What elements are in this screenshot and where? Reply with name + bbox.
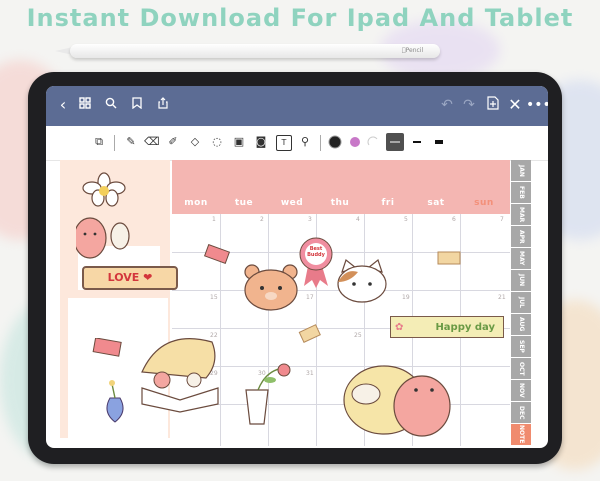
highlighter-icon[interactable]: ✐	[166, 135, 180, 149]
tab-dec[interactable]: DEC	[511, 402, 531, 424]
app-topbar: ‹ ↶ ↷ ✕ •••	[46, 86, 548, 126]
bear-reading-book-sticker[interactable]	[138, 332, 222, 414]
tab-sep[interactable]: SEP	[511, 336, 531, 358]
link-icon[interactable]: ⚲	[298, 135, 312, 149]
month-tab-strip: JAN FEB MAR APR MAY JUN JUL AUG SEP OCT …	[511, 160, 533, 446]
envelope-sticker[interactable]	[92, 338, 122, 358]
grid-icon[interactable]	[76, 96, 94, 114]
drawing-toolbar: ⧉ ✎ ⌫ ✐ ◇ ◌ ▣ ◙ T ⚲	[46, 126, 548, 161]
tab-jan[interactable]: JAN	[511, 160, 531, 182]
vase-sticker[interactable]	[100, 378, 130, 428]
bear-and-cat-pillow-sticker[interactable]	[342, 354, 460, 442]
weekday-label: thu	[330, 198, 350, 208]
tab-jul[interactable]: JUL	[511, 292, 531, 314]
tab-may[interactable]: MAY	[511, 248, 531, 270]
toolbar-divider	[114, 135, 115, 151]
happy-day-sticker[interactable]: ✿ Happy day	[390, 316, 504, 338]
headline: Instant Download For Ipad And Tablet	[26, 4, 574, 32]
color-purple-swatch[interactable]	[348, 135, 362, 149]
stroke-medium-swatch[interactable]	[410, 135, 424, 149]
stroke-bold-swatch[interactable]	[432, 135, 446, 149]
undo-icon[interactable]: ↶	[438, 96, 456, 114]
text-icon[interactable]: T	[276, 135, 292, 151]
cat-face-sticker[interactable]	[336, 258, 388, 304]
bear-face-sticker[interactable]	[242, 262, 300, 312]
tab-aug[interactable]: AUG	[511, 314, 531, 336]
back-chevron-icon[interactable]: ‹	[54, 96, 72, 114]
add-page-icon[interactable]	[484, 96, 502, 114]
tab-oct[interactable]: OCT	[511, 358, 531, 380]
note-paper-sticker[interactable]	[436, 250, 462, 266]
share-icon[interactable]	[154, 96, 172, 114]
tab-note[interactable]: NOTE	[511, 424, 531, 446]
weekday-label: mon	[184, 198, 208, 208]
bookmark-icon[interactable]	[128, 96, 146, 114]
apple-pencil	[70, 44, 440, 58]
envelope-sticker[interactable]	[204, 244, 232, 266]
weekday-label: sun	[474, 198, 494, 208]
tab-jun[interactable]: JUN	[511, 270, 531, 292]
shapes-icon[interactable]: ◇	[188, 135, 202, 149]
close-icon[interactable]: ✕	[506, 96, 524, 114]
pen-icon[interactable]: ✎	[124, 135, 138, 149]
toolbar-divider	[320, 135, 321, 151]
pencil-brand: Pencil	[402, 47, 423, 54]
color-black-swatch[interactable]	[328, 135, 342, 149]
redo-icon[interactable]: ↷	[460, 96, 478, 114]
lasso-icon[interactable]: ◌	[210, 135, 224, 149]
weekday-label: tue	[234, 198, 254, 208]
tab-mar[interactable]: MAR	[511, 204, 531, 226]
search-icon[interactable]	[102, 96, 120, 114]
best-buddy-badge-sticker[interactable]	[298, 236, 334, 288]
more-icon[interactable]: •••	[526, 96, 548, 114]
best-buddy-text: Best Buddy	[307, 246, 325, 258]
flower-vase-sticker[interactable]	[240, 360, 296, 428]
color-white-swatch[interactable]	[366, 135, 380, 149]
weekday-label: fri	[381, 198, 395, 208]
camera-icon[interactable]: ◙	[254, 135, 268, 149]
weekday-row: mon tue wed thu fri sat sun	[172, 198, 510, 214]
note-paper-sticker[interactable]	[298, 324, 324, 344]
weekday-label: wed	[280, 198, 304, 208]
love-sticker[interactable]: LOVE ❤	[82, 266, 178, 290]
page-tool-icon[interactable]: ⧉	[92, 135, 106, 149]
tab-nov[interactable]: NOV	[511, 380, 531, 402]
eraser-icon[interactable]: ⌫	[144, 135, 160, 149]
stroke-thick-swatch[interactable]	[386, 133, 404, 151]
bear-with-flower-sticker[interactable]	[76, 172, 146, 262]
image-icon[interactable]: ▣	[232, 135, 246, 149]
tab-apr[interactable]: APR	[511, 226, 531, 248]
weekday-label: sat	[427, 198, 445, 208]
tab-feb[interactable]: FEB	[511, 182, 531, 204]
